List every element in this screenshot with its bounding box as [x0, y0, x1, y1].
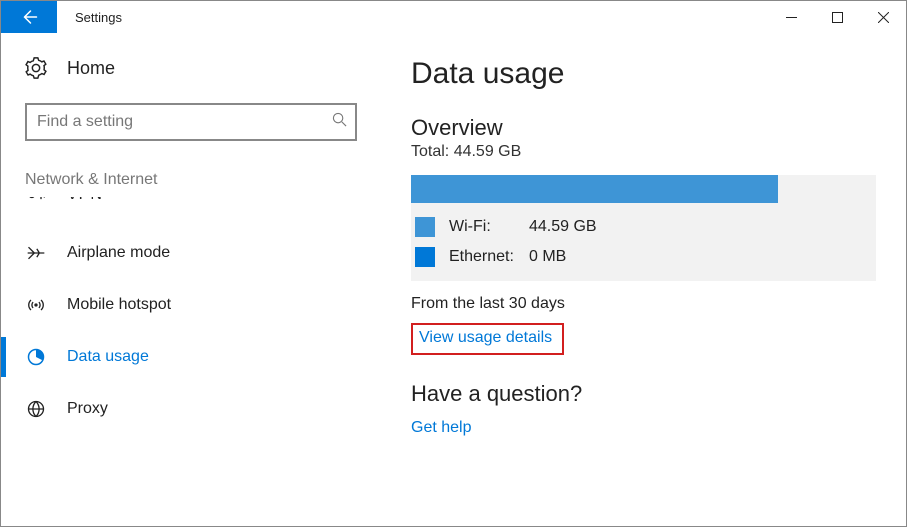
swatch-ethernet	[415, 247, 435, 267]
usage-chart: Wi-Fi: 44.59 GB Ethernet: 0 MB	[411, 175, 876, 281]
usage-legend: Wi-Fi: 44.59 GB Ethernet: 0 MB	[411, 203, 876, 267]
search-input[interactable]	[25, 103, 357, 141]
swatch-wifi	[415, 217, 435, 237]
search-icon	[332, 112, 347, 132]
airplane-icon	[25, 242, 47, 264]
page-title: Data usage	[411, 57, 876, 91]
sidebar-item-vpn[interactable]: VPN	[1, 197, 381, 227]
sidebar-item-label: Mobile hotspot	[67, 296, 171, 314]
maximize-icon	[832, 12, 843, 23]
home-label: Home	[67, 58, 115, 79]
sidebar: Home Network & Internet VPN A	[1, 33, 381, 526]
vpn-icon	[25, 197, 47, 206]
legend-ethernet-value: 0 MB	[529, 248, 566, 266]
main-panel: Data usage Overview Total: 44.59 GB Wi-F…	[381, 33, 906, 526]
back-arrow-icon	[20, 8, 38, 26]
close-icon	[878, 12, 889, 23]
sidebar-item-proxy[interactable]: Proxy	[1, 383, 381, 435]
legend-wifi-label: Wi-Fi:	[449, 218, 529, 236]
usage-bar	[411, 175, 876, 203]
sidebar-item-label: Proxy	[67, 400, 108, 418]
close-button[interactable]	[860, 1, 906, 33]
window-title: Settings	[57, 1, 122, 33]
window-controls	[768, 1, 906, 33]
legend-row-ethernet: Ethernet: 0 MB	[415, 247, 876, 267]
highlight-annotation: View usage details	[411, 323, 564, 355]
period-label: From the last 30 days	[411, 295, 876, 313]
legend-row-wifi: Wi-Fi: 44.59 GB	[415, 217, 876, 237]
overview-title: Overview	[411, 115, 876, 141]
hotspot-icon	[25, 294, 47, 316]
minimize-icon	[786, 12, 797, 23]
proxy-icon	[25, 398, 47, 420]
sidebar-item-label: Data usage	[67, 348, 149, 366]
sidebar-item-label: Airplane mode	[67, 244, 170, 262]
usage-bar-wifi	[411, 175, 778, 203]
maximize-button[interactable]	[814, 1, 860, 33]
data-usage-icon	[25, 346, 47, 368]
sidebar-item-airplane[interactable]: Airplane mode	[1, 227, 381, 279]
minimize-button[interactable]	[768, 1, 814, 33]
search-box	[25, 103, 357, 141]
legend-ethernet-label: Ethernet:	[449, 248, 529, 266]
gear-icon	[25, 57, 47, 79]
sidebar-item-hotspot[interactable]: Mobile hotspot	[1, 279, 381, 331]
question-title: Have a question?	[411, 381, 876, 407]
sidebar-item-label: VPN	[67, 197, 103, 204]
title-bar: Settings	[1, 1, 906, 33]
view-details-link[interactable]: View usage details	[419, 329, 552, 346]
home-button[interactable]: Home	[1, 57, 381, 103]
legend-wifi-value: 44.59 GB	[529, 218, 597, 236]
total-label: Total: 44.59 GB	[411, 143, 876, 161]
sidebar-item-data-usage[interactable]: Data usage	[1, 331, 381, 383]
get-help-link[interactable]: Get help	[411, 419, 471, 437]
back-button[interactable]	[1, 1, 57, 33]
sidebar-section-header: Network & Internet	[1, 171, 381, 197]
